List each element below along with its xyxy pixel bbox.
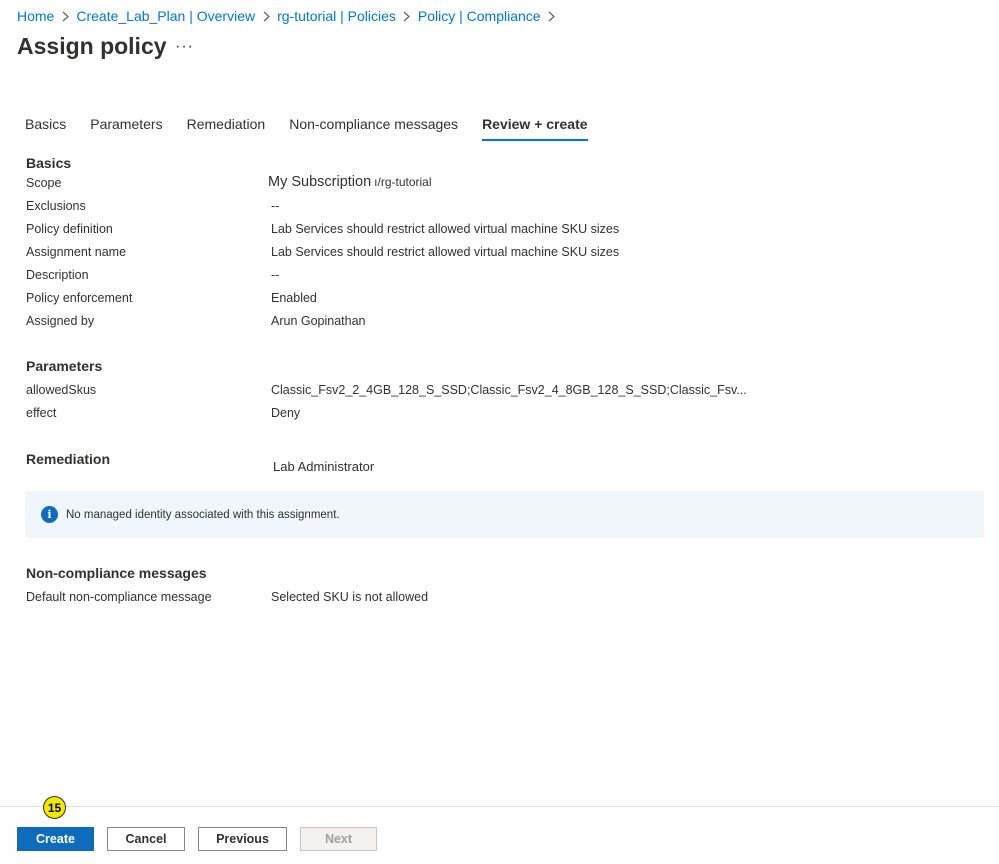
row-value: Lab Services should restrict allowed vir… xyxy=(271,245,620,259)
parameters-row-effect: effect Deny xyxy=(26,406,726,424)
breadcrumb-home[interactable]: Home xyxy=(17,8,54,24)
basics-row-exclusions: Exclusions -- xyxy=(26,199,726,217)
row-label: Description xyxy=(26,268,89,282)
scope-value: My Subscription ı/rg-tutorial xyxy=(268,174,432,190)
cancel-button[interactable]: Cancel xyxy=(107,827,185,851)
basics-row-description: Description -- xyxy=(26,268,726,286)
remediation-value: Lab Administrator xyxy=(273,459,375,474)
row-value: Selected SKU is not allowed xyxy=(271,590,429,604)
parameters-section-title: Parameters xyxy=(26,358,103,374)
noncompliance-section-title: Non-compliance messages xyxy=(26,565,207,581)
step-badge: 15 xyxy=(43,796,66,819)
info-icon: i xyxy=(41,506,58,523)
basics-row-policy-enforcement: Policy enforcement Enabled xyxy=(26,291,726,309)
tab-parameters[interactable]: Parameters xyxy=(90,116,162,141)
row-label: Assignment name xyxy=(26,245,127,259)
breadcrumb: Home Create_Lab_Plan | Overview rg-tutor… xyxy=(17,8,563,24)
row-label: effect xyxy=(26,406,57,420)
row-value: Arun Gopinathan xyxy=(271,314,366,328)
remediation-section-title: Remediation xyxy=(26,451,111,467)
info-message-text: No managed identity associated with this… xyxy=(66,508,340,521)
breadcrumb-lab-plan-overview[interactable]: Create_Lab_Plan | Overview xyxy=(76,8,255,24)
row-value: -- xyxy=(271,199,280,213)
chevron-right-icon xyxy=(541,9,563,24)
create-button[interactable]: Create xyxy=(17,827,94,851)
row-value: Deny xyxy=(271,406,301,420)
page-title: Assign policy xyxy=(17,33,167,59)
scope-subscription: My Subscription xyxy=(268,174,372,190)
row-label: Assigned by xyxy=(26,314,95,328)
row-value: Enabled xyxy=(271,291,317,305)
row-label: allowedSkus xyxy=(26,383,97,397)
previous-button[interactable]: Previous xyxy=(198,827,287,851)
row-value: -- xyxy=(271,268,280,282)
row-label: Exclusions xyxy=(26,199,86,213)
basics-row-assigned-by: Assigned by Arun Gopinathan xyxy=(26,314,726,332)
tab-basics[interactable]: Basics xyxy=(25,116,66,141)
tab-remediation[interactable]: Remediation xyxy=(187,116,266,141)
parameters-row-allowedskus: allowedSkus Classic_Fsv2_2_4GB_128_S_SSD… xyxy=(26,383,747,401)
breadcrumb-policy-compliance[interactable]: Policy | Compliance xyxy=(418,8,541,24)
chevron-right-icon xyxy=(255,9,277,24)
row-label: Default non-compliance message xyxy=(26,590,212,604)
chevron-right-icon xyxy=(54,9,76,24)
noncompliance-row-default-message: Default non-compliance message Selected … xyxy=(26,590,726,608)
row-value: Lab Services should restrict allowed vir… xyxy=(271,222,620,236)
row-label: Policy definition xyxy=(26,222,113,236)
chevron-right-icon xyxy=(396,9,418,24)
tab-noncompliance-messages[interactable]: Non-compliance messages xyxy=(289,116,458,141)
scope-label: Scope xyxy=(26,176,62,190)
next-button[interactable]: Next xyxy=(300,827,377,851)
more-options-icon[interactable]: ··· xyxy=(175,38,194,56)
row-value: Classic_Fsv2_2_4GB_128_S_SSD;Classic_Fsv… xyxy=(271,383,747,397)
tab-review-create[interactable]: Review + create xyxy=(482,116,588,141)
info-message-bar: i No managed identity associated with th… xyxy=(25,491,984,538)
basics-section-title: Basics xyxy=(26,155,72,171)
scope-resource-group: ı/rg-tutorial xyxy=(374,175,432,189)
basics-row-assignment-name: Assignment name Lab Services should rest… xyxy=(26,245,726,263)
wizard-tabs: Basics Parameters Remediation Non-compli… xyxy=(25,116,612,141)
footer-divider xyxy=(0,806,999,807)
row-label: Policy enforcement xyxy=(26,291,133,305)
breadcrumb-rg-policies[interactable]: rg-tutorial | Policies xyxy=(277,8,396,24)
basics-row-policy-definition: Policy definition Lab Services should re… xyxy=(26,222,726,240)
